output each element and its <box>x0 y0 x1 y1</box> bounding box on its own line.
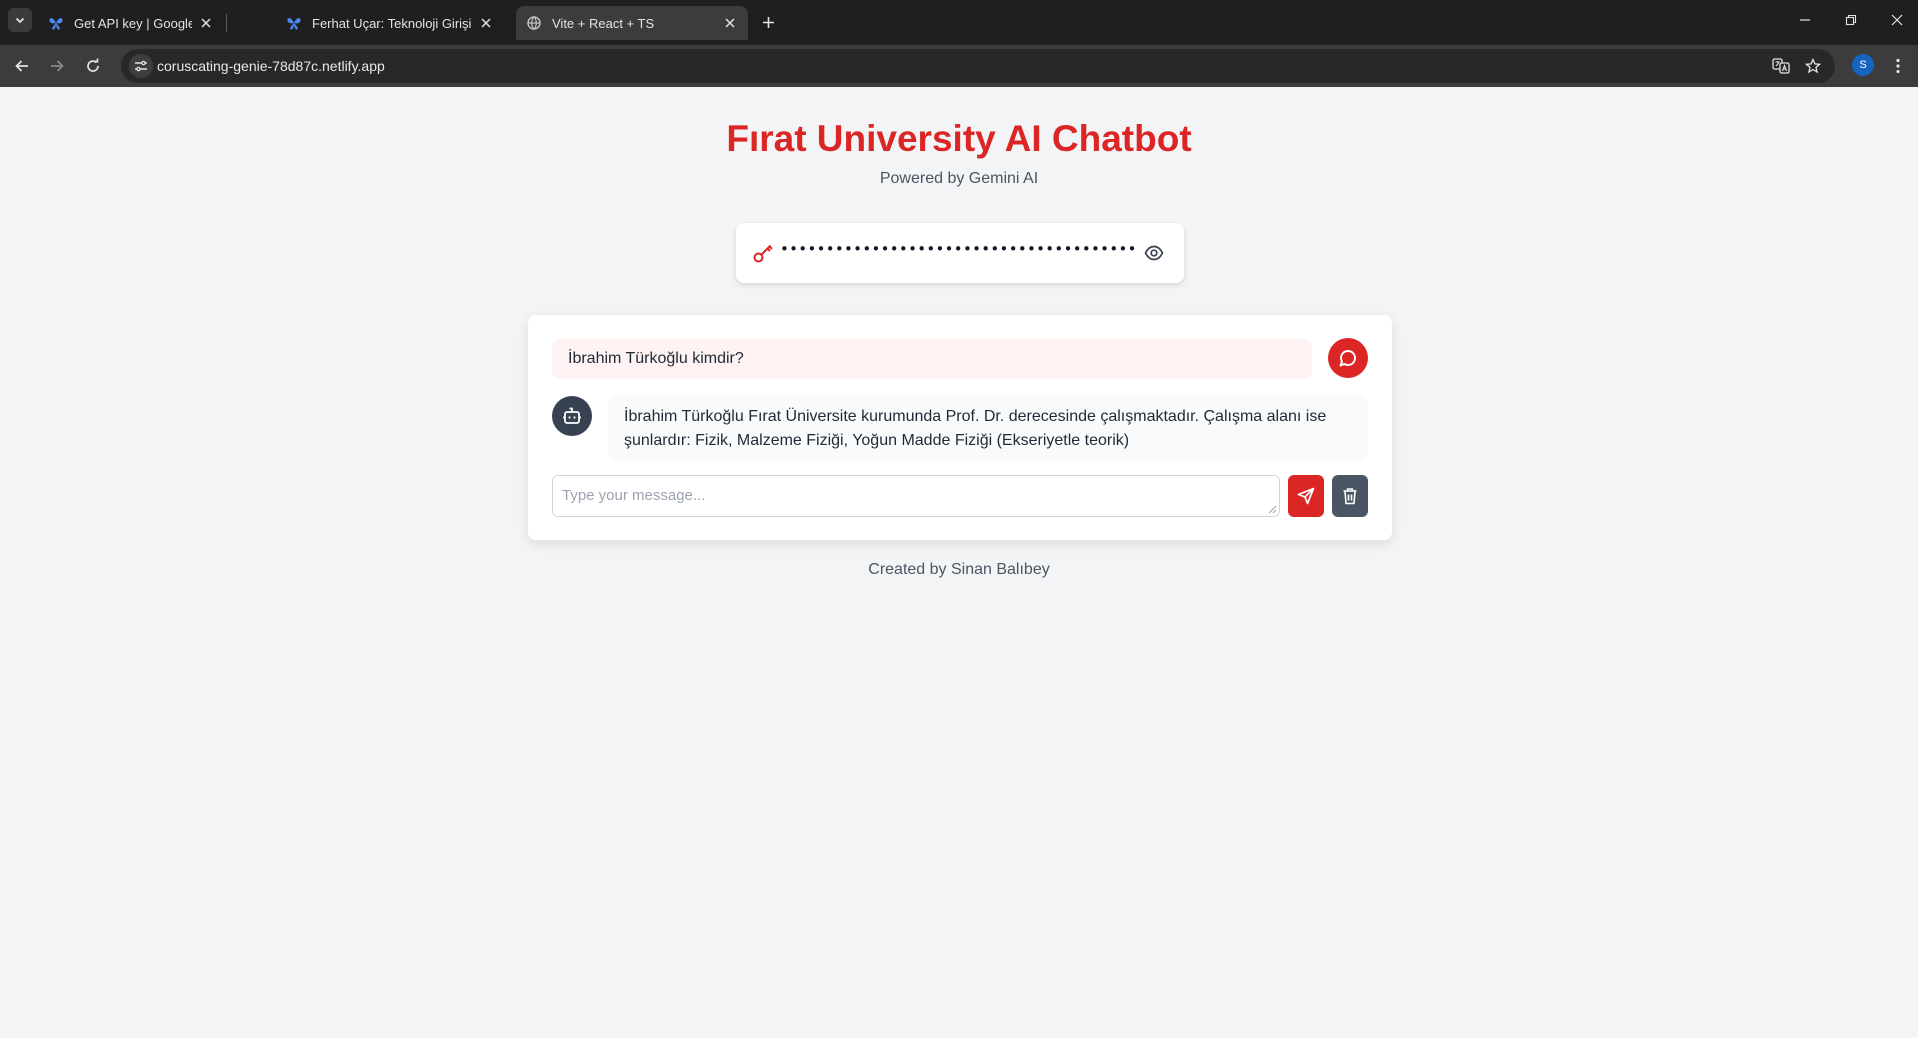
user-message-text: İbrahim Türkoğlu kimdir? <box>568 350 744 367</box>
resize-handle-icon[interactable] <box>1268 505 1277 514</box>
api-key-card: ••••••••••••••••••••••••••••••••••••••• <box>736 223 1184 283</box>
page-title: Fırat University AI Chatbot <box>726 118 1192 159</box>
more-vertical-icon <box>1896 58 1900 74</box>
message-circle-icon <box>1339 350 1356 367</box>
ai-studio-icon <box>48 15 64 31</box>
url-text: coruscating-genie-78d87c.netlify.app <box>157 58 385 74</box>
back-button[interactable] <box>10 54 34 78</box>
arrow-left-icon <box>15 60 28 72</box>
clear-chat-button[interactable] <box>1332 475 1368 517</box>
tab-title: Get API key | Google AI Studio <box>74 15 192 31</box>
close-tab-icon[interactable] <box>198 15 214 31</box>
tab-ferhat-ucar[interactable]: Ferhat Uçar: Teknoloji Girişimcisi <box>276 6 504 40</box>
tab-title: Ferhat Uçar: Teknoloji Girişimcisi <box>312 15 472 31</box>
bot-icon <box>563 407 581 424</box>
address-bar[interactable]: coruscating-genie-78d87c.netlify.app <box>121 49 1835 83</box>
chat-panel: İbrahim Türkoğlu kimdir? İbrahim Türkoğl… <box>528 315 1392 540</box>
bot-message: İbrahim Türkoğlu Fırat Üniversite kurumu… <box>608 396 1368 460</box>
tab-title: Vite + React + TS <box>552 15 655 31</box>
minimize-icon <box>1800 19 1810 21</box>
browser-menu-button[interactable] <box>1886 54 1910 78</box>
browser-tab-bar: Get API key | Google AI Studio Ferhat Uç… <box>0 0 1918 45</box>
minimize-button[interactable] <box>1791 8 1819 32</box>
user-avatar <box>1328 338 1368 378</box>
reload-button[interactable] <box>81 54 105 78</box>
eye-icon <box>1144 245 1164 261</box>
send-button[interactable] <box>1288 475 1324 517</box>
tab-vite-react[interactable]: Vite + React + TS <box>516 6 748 40</box>
api-key-field[interactable]: ••••••••••••••••••••••••••••••••••••••• <box>780 240 1137 258</box>
footer-credit: Created by Sinan Balıbey <box>868 561 1050 578</box>
ai-studio-icon <box>286 15 302 31</box>
translate-button[interactable] <box>1769 54 1793 78</box>
close-icon <box>1891 14 1903 26</box>
tab-ai-studio[interactable]: Get API key | Google AI Studio <box>38 6 224 40</box>
page-subtitle: Powered by Gemini AI <box>879 170 1039 187</box>
star-icon <box>1805 58 1821 74</box>
site-settings-icon[interactable] <box>129 54 153 78</box>
reload-icon <box>87 58 99 72</box>
bot-message-text: İbrahim Türkoğlu Fırat Üniversite kurumu… <box>624 408 1327 449</box>
globe-icon <box>526 15 542 31</box>
arrow-right-icon <box>51 60 64 72</box>
forward-button[interactable] <box>45 54 69 78</box>
close-tab-icon[interactable] <box>722 15 738 31</box>
new-tab-button[interactable] <box>756 10 780 34</box>
plus-icon <box>762 16 774 28</box>
close-tab-icon[interactable] <box>478 15 494 31</box>
tab-search-button[interactable] <box>8 8 32 32</box>
bot-avatar <box>552 396 592 436</box>
send-icon <box>1297 487 1315 505</box>
trash-icon <box>1343 488 1357 505</box>
key-icon <box>752 242 774 264</box>
bookmark-button[interactable] <box>1801 54 1825 78</box>
browser-toolbar: coruscating-genie-78d87c.netlify.app S <box>0 45 1918 87</box>
translate-icon <box>1772 58 1790 74</box>
chevron-down-icon <box>15 17 25 24</box>
close-window-button[interactable] <box>1883 8 1911 32</box>
profile-avatar[interactable]: S <box>1852 54 1874 76</box>
user-message: İbrahim Türkoğlu kimdir? <box>552 339 1312 379</box>
toggle-visibility-button[interactable] <box>1142 242 1166 264</box>
restore-button[interactable] <box>1837 8 1865 32</box>
tab-separator <box>226 14 227 32</box>
message-input[interactable] <box>552 475 1280 517</box>
restore-icon <box>1845 14 1857 26</box>
